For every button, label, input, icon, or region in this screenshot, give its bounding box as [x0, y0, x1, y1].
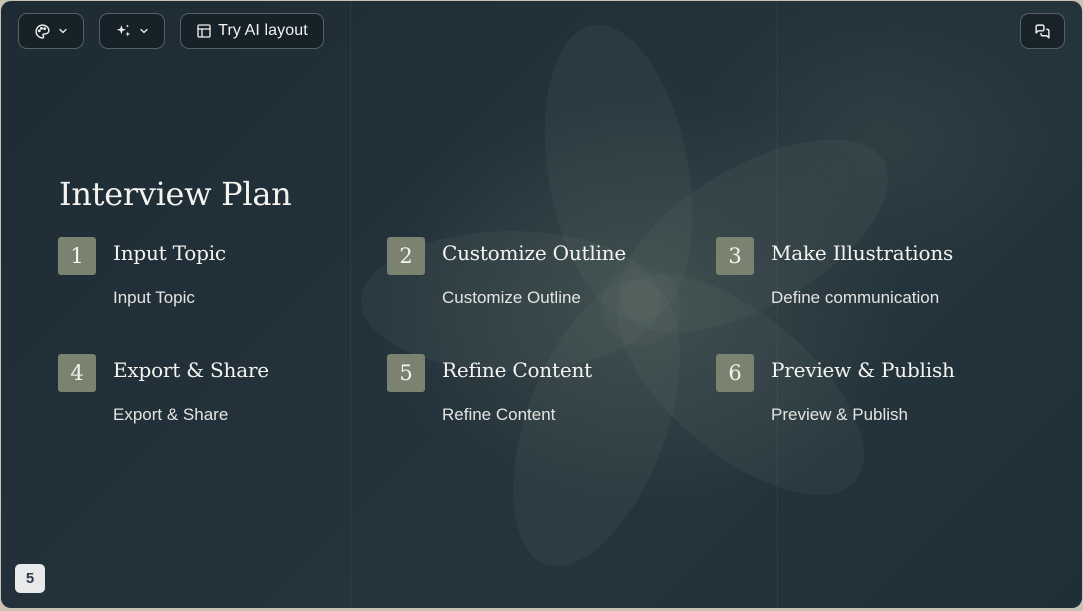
step-description: Preview & Publish	[771, 405, 909, 424]
comments-icon	[1034, 23, 1051, 40]
step-card[interactable]: 4 Export & Share Export & Share	[58, 354, 358, 434]
chevron-down-icon	[57, 25, 69, 37]
page-number-badge[interactable]: 5	[15, 564, 45, 593]
comments-button[interactable]	[1020, 13, 1065, 49]
step-title: Preview & Publish	[771, 358, 955, 382]
step-title: Input Topic	[113, 241, 226, 265]
step-card[interactable]: 1 Input Topic Input Topic	[58, 237, 358, 317]
step-card[interactable]: 3 Make Illustrations Define communicatio…	[716, 237, 1016, 317]
palette-icon	[34, 23, 51, 40]
step-card[interactable]: 6 Preview & Publish Preview & Publish	[716, 354, 1016, 434]
layout-icon	[196, 23, 212, 39]
step-description: Export & Share	[113, 405, 229, 424]
slide-title[interactable]: Interview Plan	[59, 175, 292, 213]
sparkles-icon	[115, 23, 132, 40]
step-number-badge: 4	[58, 354, 96, 392]
step-title: Refine Content	[442, 358, 592, 382]
step-card[interactable]: 5 Refine Content Refine Content	[387, 354, 687, 434]
ai-assist-dropdown-button[interactable]	[99, 13, 165, 49]
step-number-badge: 6	[716, 354, 754, 392]
theme-dropdown-button[interactable]	[18, 13, 84, 49]
step-description: Refine Content	[442, 405, 556, 424]
slide-canvas[interactable]: Try AI layout Interview Plan 1 Input Top…	[1, 1, 1082, 608]
step-description: Input Topic	[113, 288, 195, 307]
step-description: Customize Outline	[442, 288, 581, 307]
chevron-down-icon	[138, 25, 150, 37]
step-number-badge: 3	[716, 237, 754, 275]
step-number-badge: 2	[387, 237, 425, 275]
step-title: Export & Share	[113, 358, 269, 382]
step-title: Make Illustrations	[771, 241, 954, 265]
step-number-badge: 5	[387, 354, 425, 392]
try-ai-layout-button[interactable]: Try AI layout	[180, 13, 324, 49]
step-number-badge: 1	[58, 237, 96, 275]
try-ai-layout-label: Try AI layout	[218, 22, 308, 39]
step-description: Define communication	[771, 288, 940, 307]
step-card[interactable]: 2 Customize Outline Customize Outline	[387, 237, 687, 317]
step-title: Customize Outline	[442, 241, 627, 265]
